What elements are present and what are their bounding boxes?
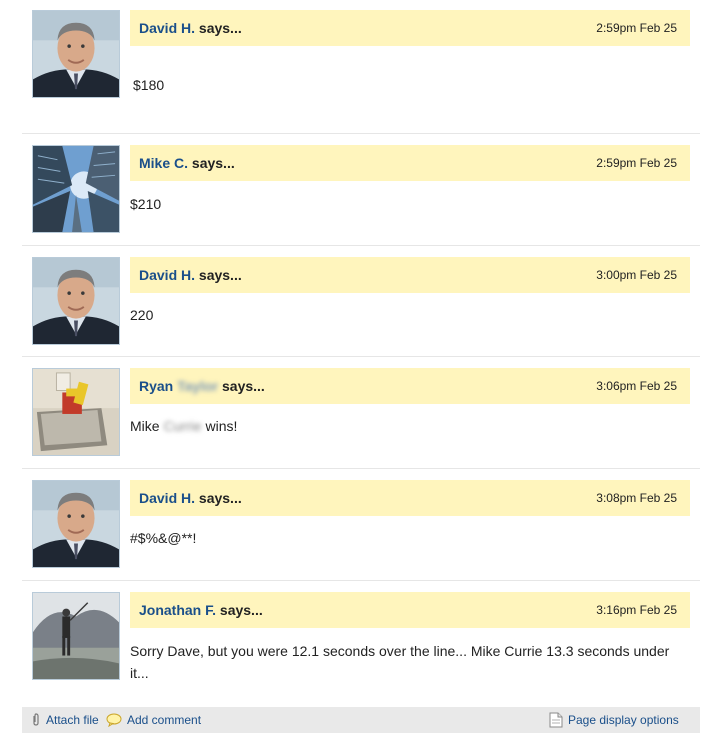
- divider: [22, 245, 700, 246]
- says-label: says...: [198, 267, 242, 283]
- divider: [22, 580, 700, 581]
- divider: [22, 133, 700, 134]
- timestamp: 3:16pm Feb 25: [596, 603, 677, 617]
- author-link[interactable]: Mike C.: [139, 155, 188, 171]
- avatar-ryan[interactable]: [32, 368, 120, 456]
- divider: [22, 356, 700, 357]
- comment-item: David H. says... 3:08pm Feb 25 #$%&@**!: [22, 480, 700, 581]
- author-link[interactable]: David H.: [139, 267, 195, 283]
- attach-file-label: Attach file: [46, 713, 99, 727]
- says-label: says...: [191, 155, 235, 171]
- says-label: says...: [198, 20, 242, 36]
- comment-header: Ryan Taylor says... 3:06pm Feb 25: [130, 368, 690, 404]
- comment-header: Jonathan F. says... 3:16pm Feb 25: [130, 592, 690, 628]
- avatar-david[interactable]: [32, 10, 120, 98]
- comment-item: David H. says... 3:00pm Feb 25 220: [22, 257, 700, 357]
- comment-header: David H. says... 2:59pm Feb 25: [130, 10, 690, 46]
- author-link[interactable]: David H.: [139, 20, 195, 36]
- comment-header: Mike C. says... 2:59pm Feb 25: [130, 145, 690, 181]
- portrait-man-suit-icon: [33, 258, 119, 344]
- says-label: says...: [219, 602, 263, 618]
- timestamp: 3:00pm Feb 25: [596, 268, 677, 282]
- timestamp: 3:06pm Feb 25: [596, 379, 677, 393]
- comments-footer-bar: Attach file Add comment Page display opt…: [22, 707, 700, 733]
- comment-text: Sorry Dave, but you were 12.1 seconds ov…: [130, 643, 670, 681]
- comment-item: Ryan Taylor says... 3:06pm Feb 25 Mike C…: [22, 368, 700, 469]
- avatar-david[interactable]: [32, 257, 120, 345]
- speech-bubble-icon: [106, 713, 122, 727]
- comment-text: $180: [133, 77, 165, 93]
- attach-file-link[interactable]: Attach file: [31, 707, 99, 733]
- page-display-options-label: Page display options: [568, 713, 679, 727]
- comment-text: #$%&@**!: [130, 530, 197, 546]
- comment-text: $210: [130, 196, 162, 212]
- says-label: says...: [222, 378, 265, 394]
- portrait-man-suit-icon: [33, 11, 119, 97]
- author-link[interactable]: Ryan: [139, 378, 173, 394]
- comment-header: David H. says... 3:08pm Feb 25: [130, 480, 690, 516]
- avatar-jonathan[interactable]: [32, 592, 120, 680]
- add-comment-link[interactable]: Add comment: [106, 707, 201, 733]
- comment-item: David H. says... 2:59pm Feb 25 $180: [22, 10, 700, 134]
- skyscrapers-photo-icon: [33, 146, 119, 232]
- add-comment-label: Add comment: [127, 713, 202, 727]
- comment-header: David H. says... 3:00pm Feb 25: [130, 257, 690, 293]
- author-link[interactable]: David H.: [139, 490, 195, 506]
- text-part: wins!: [201, 418, 238, 434]
- comment-text: 220: [130, 307, 154, 323]
- comment-text: Mike Currie wins!: [130, 415, 670, 437]
- golfer-photo-icon: [33, 593, 119, 679]
- timestamp: 3:08pm Feb 25: [596, 491, 677, 505]
- blurred-name: Currie: [163, 418, 202, 434]
- author-link[interactable]: Jonathan F.: [139, 602, 216, 618]
- divider: [22, 468, 700, 469]
- timestamp: 2:59pm Feb 25: [596, 156, 677, 170]
- portrait-man-suit-icon: [33, 481, 119, 567]
- comment-item: Mike C. says... 2:59pm Feb 25 $210: [22, 145, 700, 246]
- says-label: says...: [198, 490, 242, 506]
- timestamp: 2:59pm Feb 25: [596, 21, 677, 35]
- paperclip-icon: [33, 713, 39, 726]
- avatar-david[interactable]: [32, 480, 120, 568]
- comment-item: Jonathan F. says... 3:16pm Feb 25 Sorry …: [22, 592, 700, 698]
- avatar-mike[interactable]: [32, 145, 120, 233]
- page-icon: [549, 712, 563, 728]
- page-display-options-link[interactable]: Page display options: [549, 707, 679, 733]
- blurred-author-surname: Taylor: [177, 378, 219, 394]
- toaster-photo-icon: [33, 369, 119, 455]
- text-part: Mike: [130, 418, 164, 434]
